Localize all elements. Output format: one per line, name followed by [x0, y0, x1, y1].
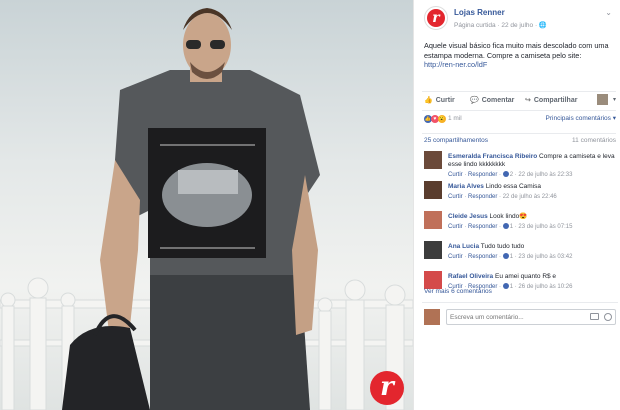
commenter-avatar[interactable]	[424, 181, 442, 199]
post-meta-text: Página curtida · 22 de julho ·	[454, 22, 539, 29]
comments-list: Esmeralda Francisca Ribeiro Compre a cam…	[424, 151, 616, 301]
comment-like-count[interactable]: 1	[510, 224, 513, 230]
like-count-icon	[502, 283, 509, 290]
comment-reply-link[interactable]: Responder	[468, 172, 497, 178]
post-link[interactable]: http://ren-ner.co/ldF	[424, 60, 487, 69]
comment-item: Esmeralda Francisca Ribeiro Compre a cam…	[424, 151, 616, 181]
comment-like-link[interactable]: Curtir	[448, 224, 463, 230]
viewer-avatar[interactable]	[597, 94, 608, 105]
share-icon: ↪	[525, 97, 531, 104]
commenter-name[interactable]: Ana Lucia	[448, 243, 479, 250]
post-header: r Lojas Renner Página curtida · 22 de ju…	[424, 6, 614, 34]
commenter-name[interactable]: Maria Alves	[448, 183, 484, 190]
chevron-down-icon[interactable]: ⌄	[605, 8, 612, 17]
comment-time[interactable]: 23 de julho às 03:42	[518, 254, 572, 260]
post-actions: 👍 Curtir 💬 Comentar ↪ Compartilhar ▾	[422, 91, 616, 107]
like-button[interactable]: 👍 Curtir	[424, 96, 455, 104]
comment-text: Tudo tudo tudo	[479, 243, 525, 250]
post-meta: Página curtida · 22 de julho · 🌐	[454, 21, 547, 29]
commenter-avatar[interactable]	[424, 271, 442, 289]
comment-filter-dropdown[interactable]: Principais comentários ▾	[546, 114, 616, 122]
comment-actions: Curtir · Responder · 2 · 22 de julho às …	[448, 171, 573, 178]
comment-label: Comentar	[481, 97, 515, 104]
comment-body: Maria Alves Lindo essa Camisa Curtir · R…	[448, 183, 616, 201]
comment-like-link[interactable]: Curtir	[448, 194, 463, 200]
comment-box[interactable]	[446, 309, 616, 325]
wow-reaction-icon[interactable]: 😮	[438, 115, 446, 123]
commenter-name[interactable]: Rafael Oliveira	[448, 273, 493, 280]
comment-filter-label: Principais comentários	[545, 115, 611, 122]
caret-down-icon[interactable]: ▾	[613, 96, 616, 103]
commenter-name[interactable]: Esmeralda Francisca Ribeiro	[448, 153, 537, 160]
page-name-link[interactable]: Lojas Renner	[454, 8, 505, 17]
comment-reply-link[interactable]: Responder	[468, 224, 497, 230]
reactions-row: 👍 ♥ 😮 1 mil Principais comentários ▾	[422, 110, 616, 126]
post-photo[interactable]: r	[0, 0, 413, 410]
post-panel: r Lojas Renner Página curtida · 22 de ju…	[413, 0, 620, 410]
comment-actions: Curtir · Responder · 1 · 23 de julho às …	[448, 223, 573, 230]
camera-icon[interactable]	[590, 313, 599, 320]
commenter-avatar[interactable]	[424, 151, 442, 169]
like-count-icon	[502, 223, 509, 230]
page-avatar-letter: r	[427, 9, 445, 27]
renner-logo-badge: r	[370, 371, 404, 405]
comment-like-link[interactable]: Curtir	[448, 254, 463, 260]
comment-text: Look lindo😍	[487, 213, 528, 220]
comment-like-link[interactable]: Curtir	[448, 172, 463, 178]
post-text: Aquele visual básico fica muito mais des…	[424, 41, 614, 70]
post-body-text: Aquele visual básico fica muito mais des…	[424, 41, 609, 60]
comment-input[interactable]	[450, 312, 570, 323]
thumbs-up-icon: 👍	[424, 97, 433, 104]
globe-icon: 🌐	[538, 22, 548, 29]
comment-item: Rafael Oliveira Eu amei quanto R$ e Curt…	[424, 271, 616, 301]
comment-reply-link[interactable]: Responder	[468, 254, 497, 260]
share-label: Compartilhar	[533, 97, 578, 104]
shares-count[interactable]: 25 compartilhamentos	[424, 137, 488, 144]
viewer-avatar	[424, 309, 440, 325]
comment-composer	[422, 302, 618, 328]
commenter-avatar[interactable]	[424, 241, 442, 259]
commenter-name[interactable]: Cleide Jesus	[448, 213, 488, 220]
comment-actions: Curtir · Responder · 1 · 23 de julho às …	[448, 253, 573, 260]
view-more-comments-link[interactable]: Ver mais 6 comentários	[424, 288, 492, 295]
comment-button[interactable]: 💬 Comentar	[470, 96, 514, 104]
reaction-count[interactable]: 1 mil	[448, 115, 462, 122]
commenter-avatar[interactable]	[424, 211, 442, 229]
comment-body: Esmeralda Francisca Ribeiro Compre a cam…	[448, 153, 616, 179]
comment-body: Ana Lucia Tudo tudo tudo Curtir · Respon…	[448, 243, 616, 261]
comment-reply-link[interactable]: Responder	[468, 194, 497, 200]
sticker-icon[interactable]	[604, 313, 612, 321]
comment-like-count[interactable]: 1	[510, 254, 513, 260]
stats-row: 25 compartilhamentos 11 comentários	[422, 133, 616, 147]
comment-actions: Curtir · Responder · 22 de julho às 22:4…	[448, 194, 557, 200]
comment-text: Eu amei quanto R$ e	[493, 273, 557, 280]
comments-count[interactable]: 11 comentários	[572, 137, 616, 144]
photo-illustration	[0, 8, 413, 410]
page-avatar[interactable]: r	[424, 6, 448, 30]
comment-item: Ana Lucia Tudo tudo tudo Curtir · Respon…	[424, 241, 616, 271]
comment-icon: 💬	[470, 97, 479, 104]
comment-item: Cleide Jesus Look lindo😍 Curtir · Respon…	[424, 211, 616, 241]
comment-body: Cleide Jesus Look lindo😍 Curtir · Respon…	[448, 213, 616, 231]
comment-time[interactable]: 26 de julho às 10:26	[518, 284, 572, 290]
share-button[interactable]: ↪ Compartilhar	[525, 96, 577, 104]
like-count-icon	[502, 171, 509, 178]
comment-time[interactable]: 23 de julho às 07:15	[518, 224, 572, 230]
comment-like-count[interactable]: 1	[510, 284, 513, 290]
comment-like-count[interactable]: 2	[510, 172, 513, 178]
like-label: Curtir	[435, 97, 455, 104]
comment-time[interactable]: 22 de julho às 22:46	[503, 194, 557, 200]
comment-text: Lindo essa Camisa	[483, 183, 541, 190]
comment-item: Maria Alves Lindo essa Camisa Curtir · R…	[424, 181, 616, 211]
comment-time[interactable]: 22 de julho às 22:33	[518, 172, 572, 178]
like-count-icon	[502, 253, 509, 260]
